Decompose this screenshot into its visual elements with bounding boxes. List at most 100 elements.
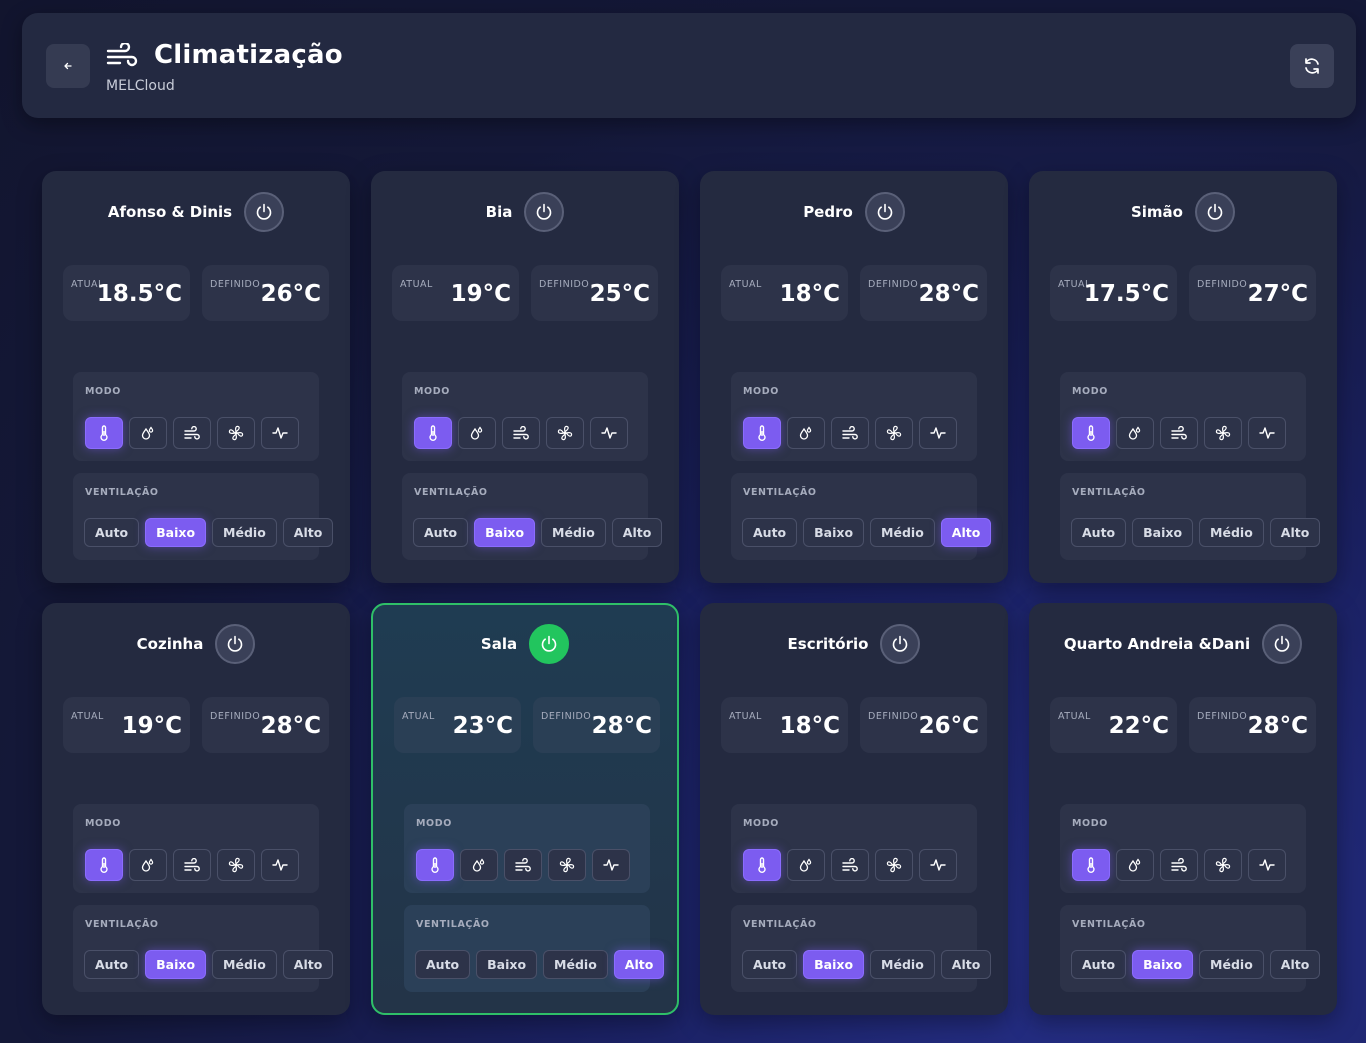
power-button[interactable] [1262,624,1303,664]
fan-label: VENTILAÇÃO [1072,487,1146,498]
fan-auto-button[interactable]: Auto [742,950,798,979]
mode-button-group [416,849,630,881]
fan-icon [1214,424,1232,442]
current-temp-value: 19°C [450,281,511,307]
mode-heat-button[interactable] [743,849,781,881]
fan-baixo-button[interactable]: Baixo [1132,950,1194,979]
mode-heat-button[interactable] [1072,417,1110,449]
mode-fan-button[interactable] [1160,417,1198,449]
mode-dry-button[interactable] [458,417,496,449]
mode-dry-button[interactable] [129,417,167,449]
fan-alto-button[interactable]: Alto [1269,950,1321,979]
fan-alto-button[interactable]: Alto [613,950,665,979]
mode-auto-button[interactable] [592,849,630,881]
fan-icon [227,424,245,442]
back-button[interactable] [46,44,90,88]
mode-cool-button[interactable] [875,849,913,881]
fan-auto-button[interactable]: Auto [1071,950,1127,979]
fan-medio-button[interactable]: Médio [543,950,608,979]
fan-baixo-button[interactable]: Baixo [803,518,865,547]
mode-fan-button[interactable] [1160,849,1198,881]
mode-fan-button[interactable] [831,849,869,881]
mode-heat-button[interactable] [416,849,454,881]
fan-alto-button[interactable]: Alto [611,518,663,547]
fan-auto-button[interactable]: Auto [84,950,140,979]
mode-auto-button[interactable] [261,417,299,449]
mode-fan-button[interactable] [831,417,869,449]
mode-cool-button[interactable] [217,849,255,881]
mode-auto-button[interactable] [1248,417,1286,449]
fan-medio-button[interactable]: Médio [212,518,277,547]
mode-cool-button[interactable] [548,849,586,881]
mode-dry-button[interactable] [129,849,167,881]
mode-auto-button[interactable] [590,417,628,449]
room-card-cozinha: Cozinha ATUAL 19°C DEFINIDO 28°C MODO VE… [42,603,350,1015]
mode-cool-button[interactable] [875,417,913,449]
fan-panel: VENTILAÇÃO Auto Baixo Médio Alto [73,905,334,992]
power-button[interactable] [244,192,285,232]
fan-alto-button[interactable]: Alto [1269,518,1321,547]
refresh-button[interactable] [1290,44,1334,88]
mode-panel: MODO [731,804,977,893]
target-temp-box: DEFINIDO 28°C [1189,697,1316,753]
mode-fan-button[interactable] [504,849,542,881]
mode-cool-button[interactable] [546,417,584,449]
mode-dry-button[interactable] [1116,417,1154,449]
target-temp-box: DEFINIDO 28°C [860,265,987,321]
mode-fan-button[interactable] [173,417,211,449]
fan-baixo-button[interactable]: Baixo [145,518,207,547]
thermometer-icon [755,425,769,441]
mode-dry-button[interactable] [787,417,825,449]
fan-medio-button[interactable]: Médio [541,518,606,547]
fan-alto-button[interactable]: Alto [940,518,992,547]
fan-medio-button[interactable]: Médio [870,950,935,979]
mode-cool-button[interactable] [1204,849,1242,881]
fan-medio-button[interactable]: Médio [1199,518,1264,547]
mode-dry-button[interactable] [1116,849,1154,881]
room-header: Pedro [700,191,1008,233]
mode-heat-button[interactable] [85,849,123,881]
mode-heat-button[interactable] [743,417,781,449]
fan-auto-button[interactable]: Auto [1071,518,1127,547]
fan-medio-button[interactable]: Médio [870,518,935,547]
fan-auto-button[interactable]: Auto [742,518,798,547]
mode-cool-button[interactable] [1204,417,1242,449]
power-button[interactable] [529,624,570,664]
fan-medio-button[interactable]: Médio [1199,950,1264,979]
current-temp-label: ATUAL [729,279,762,290]
fan-baixo-button[interactable]: Baixo [1132,518,1194,547]
mode-heat-button[interactable] [414,417,452,449]
mode-auto-button[interactable] [1248,849,1286,881]
power-button[interactable] [880,624,921,664]
power-button[interactable] [215,624,256,664]
fan-auto-button[interactable]: Auto [413,518,469,547]
mode-dry-button[interactable] [460,849,498,881]
mode-heat-button[interactable] [85,417,123,449]
fan-baixo-button[interactable]: Baixo [145,950,207,979]
fan-auto-button[interactable]: Auto [84,518,140,547]
mode-fan-button[interactable] [173,849,211,881]
fan-label: VENTILAÇÃO [743,919,817,930]
mode-fan-button[interactable] [502,417,540,449]
fan-alto-button[interactable]: Alto [282,950,334,979]
power-button[interactable] [524,192,565,232]
mode-auto-button[interactable] [261,849,299,881]
activity-icon [930,426,946,440]
fan-alto-button[interactable]: Alto [282,518,334,547]
fan-baixo-button[interactable]: Baixo [803,950,865,979]
mode-dry-button[interactable] [787,849,825,881]
mode-auto-button[interactable] [919,417,957,449]
mode-auto-button[interactable] [919,849,957,881]
fan-medio-button[interactable]: Médio [212,950,277,979]
fan-alto-button[interactable]: Alto [940,950,992,979]
fan-baixo-button[interactable]: Baixo [474,518,536,547]
mode-panel: MODO [404,804,650,893]
mode-cool-button[interactable] [217,417,255,449]
power-button[interactable] [864,192,905,232]
power-button[interactable] [1195,192,1235,232]
room-card-escritorio: Escritório ATUAL 18°C DEFINIDO 26°C MODO… [700,603,1008,1015]
fan-baixo-button[interactable]: Baixo [476,950,538,979]
mode-heat-button[interactable] [1072,849,1110,881]
fan-auto-button[interactable]: Auto [415,950,471,979]
current-temp-box: ATUAL 23°C [394,697,521,753]
